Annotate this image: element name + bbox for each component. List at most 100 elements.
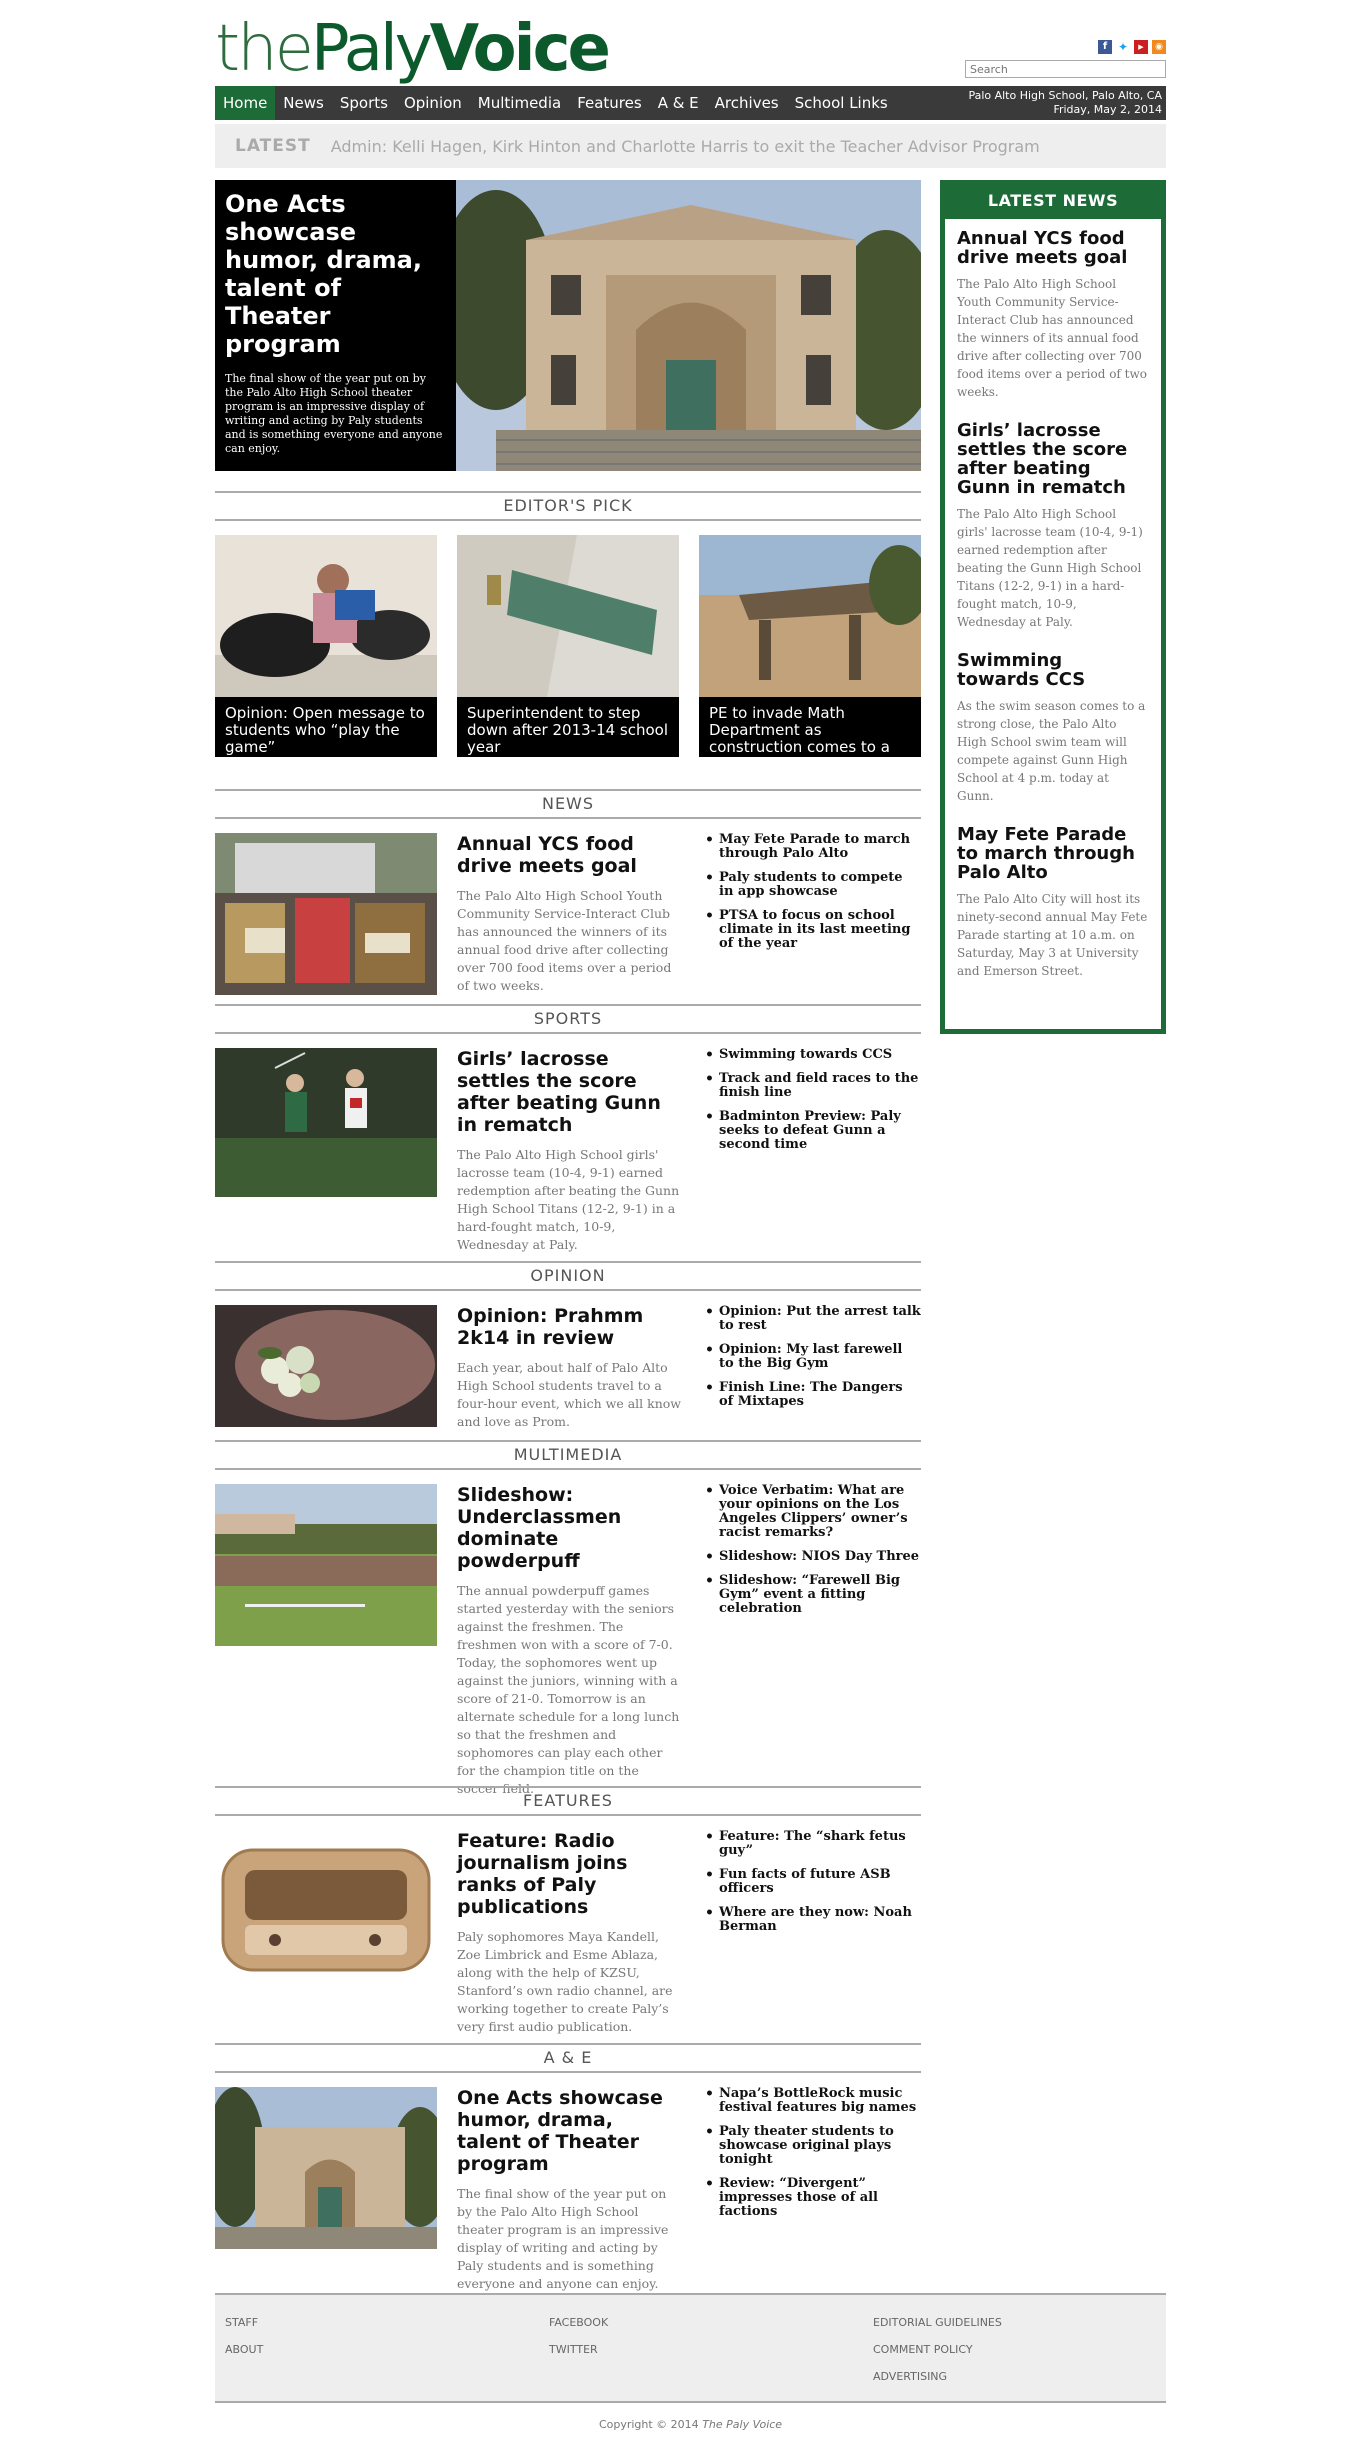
featured-text: One Acts showcase humor, drama, talent o…	[215, 180, 455, 471]
latest-news-heading: LATEST NEWS	[945, 185, 1161, 219]
facebook-icon[interactable]: f	[1098, 40, 1112, 54]
footer-link-facebook[interactable]: FACEBOOK	[549, 2309, 608, 2336]
latest-news-summary: The Palo Alto City will host its ninety-…	[957, 892, 1148, 978]
latest-headline-link[interactable]: Admin: Kelli Hagen, Kirk Hinton and Char…	[331, 137, 1040, 156]
opinion-image[interactable]	[215, 1305, 437, 1427]
footer-link-about[interactable]: ABOUT	[225, 2336, 263, 2363]
editors-pick-card[interactable]: Superintendent to step down after 2013-1…	[457, 535, 679, 757]
features-link[interactable]: Where are they now: Noah Berman	[705, 1906, 921, 1934]
news-link[interactable]: May Fete Parade to march through Palo Al…	[705, 833, 921, 861]
editors-pick-image	[215, 535, 437, 697]
multimedia-link[interactable]: Slideshow: “Farewell Big Gym” event a fi…	[705, 1574, 921, 1616]
editors-pick-caption[interactable]: PE to invade Math Department as construc…	[699, 697, 921, 757]
site-footer: STAFF ABOUT FACEBOOK TWITTER EDITORIAL G…	[215, 2293, 1166, 2403]
multimedia-links: Voice Verbatim: What are your opinions o…	[705, 1484, 921, 1626]
section-heading-opinion: OPINION	[215, 1261, 921, 1291]
latest-label: LATEST	[235, 136, 311, 156]
copyright: Copyright © 2014 The Paly Voice	[215, 2418, 1166, 2431]
sports-lead-summary: The Palo Alto High School girls' lacross…	[457, 1147, 680, 1252]
sports-image[interactable]	[215, 1048, 437, 1197]
latest-news-item: Girls’ lacrosse settles the score after …	[945, 421, 1161, 631]
footer-link-staff[interactable]: STAFF	[225, 2309, 263, 2336]
a-and-e-image[interactable]	[215, 2087, 437, 2249]
multimedia-link[interactable]: Slideshow: NIOS Day Three	[705, 1550, 921, 1565]
nav-sports[interactable]: Sports	[332, 86, 396, 120]
search-input[interactable]	[965, 60, 1166, 78]
editors-pick-card[interactable]: Opinion: Open message to students who “p…	[215, 535, 437, 757]
news-image[interactable]	[215, 833, 437, 995]
featured-title[interactable]: One Acts showcase humor, drama, talent o…	[225, 190, 445, 358]
nav-features[interactable]: Features	[569, 86, 650, 120]
featured-story[interactable]: One Acts showcase humor, drama, talent o…	[215, 180, 921, 471]
multimedia-image[interactable]	[215, 1484, 437, 1646]
section-heading-multimedia: MULTIMEDIA	[215, 1440, 921, 1470]
multimedia-lead-title[interactable]: Slideshow: Underclassmen dominate powder…	[457, 1484, 682, 1572]
sports-link[interactable]: Badminton Preview: Paly seeks to defeat …	[705, 1110, 921, 1152]
nav-a-and-e[interactable]: A & E	[650, 86, 707, 120]
nav-multimedia[interactable]: Multimedia	[470, 86, 569, 120]
footer-column: FACEBOOK TWITTER	[549, 2309, 608, 2363]
latest-news-summary: As the swim season comes to a strong clo…	[957, 699, 1146, 803]
latest-news-item: Swimming towards CCS As the swim season …	[945, 651, 1161, 805]
site-logo[interactable]: thePalyVoice	[215, 12, 611, 86]
logo-paly: Paly	[311, 12, 433, 86]
logo-the: the	[215, 12, 314, 86]
opinion-link[interactable]: Opinion: My last farewell to the Big Gym	[705, 1343, 921, 1371]
features-link[interactable]: Fun facts of future ASB officers	[705, 1868, 921, 1896]
date-text: Friday, May 2, 2014	[1053, 103, 1162, 116]
nav-school-links[interactable]: School Links	[787, 86, 896, 120]
editors-pick-caption[interactable]: Opinion: Open message to students who “p…	[215, 697, 437, 757]
latest-news-box: LATEST NEWS Annual YCS food drive meets …	[940, 180, 1166, 1034]
opinion-links: Opinion: Put the arrest talk to rest Opi…	[705, 1305, 921, 1419]
nav-home[interactable]: Home	[215, 86, 276, 120]
twitter-icon[interactable]: ✦	[1116, 40, 1130, 54]
multimedia-link[interactable]: Voice Verbatim: What are your opinions o…	[705, 1484, 921, 1540]
opinion-lead-title[interactable]: Opinion: Prahmm 2k14 in review	[457, 1305, 682, 1349]
section-heading-news: NEWS	[215, 789, 921, 819]
news-link[interactable]: Paly students to compete in app showcase	[705, 871, 921, 899]
section-heading-editors-pick: EDITOR'S PICK	[215, 491, 921, 521]
opinion-lead: Opinion: Prahmm 2k14 in review Each year…	[457, 1305, 682, 1431]
nav-archives[interactable]: Archives	[707, 86, 787, 120]
sports-lead-title[interactable]: Girls’ lacrosse settles the score after …	[457, 1048, 682, 1136]
footer-column: STAFF ABOUT	[225, 2309, 263, 2363]
latest-news-title[interactable]: Annual YCS food drive meets goal	[957, 229, 1149, 267]
rss-icon[interactable]: ◉	[1152, 40, 1166, 54]
latest-news-item: Annual YCS food drive meets goal The Pal…	[945, 229, 1161, 401]
latest-news-title[interactable]: May Fete Parade to march through Palo Al…	[957, 825, 1149, 882]
latest-news-title[interactable]: Swimming towards CCS	[957, 651, 1149, 689]
footer-link-comment-policy[interactable]: COMMENT POLICY	[873, 2336, 1002, 2363]
editors-pick-caption[interactable]: Superintendent to step down after 2013-1…	[457, 697, 679, 757]
footer-link-editorial-guidelines[interactable]: EDITORIAL GUIDELINES	[873, 2309, 1002, 2336]
section-heading-a-and-e: A & E	[215, 2043, 921, 2073]
features-image[interactable]	[215, 1830, 437, 1992]
a-and-e-lead-title[interactable]: One Acts showcase humor, drama, talent o…	[457, 2087, 682, 2175]
nav-opinion[interactable]: Opinion	[396, 86, 470, 120]
copyright-publication: The Paly Voice	[702, 2418, 783, 2431]
sports-link[interactable]: Track and field races to the finish line	[705, 1072, 921, 1100]
social-links: f ✦ ▶ ◉	[1098, 40, 1166, 54]
opinion-link[interactable]: Finish Line: The Dangers of Mixtapes	[705, 1381, 921, 1409]
featured-image[interactable]	[456, 180, 921, 471]
sports-link[interactable]: Swimming towards CCS	[705, 1048, 921, 1063]
a-and-e-link[interactable]: Paly theater students to showcase origin…	[705, 2125, 921, 2167]
nav-news[interactable]: News	[275, 86, 332, 120]
latest-news-title[interactable]: Girls’ lacrosse settles the score after …	[957, 421, 1149, 497]
latest-ticker: LATEST Admin: Kelli Hagen, Kirk Hinton a…	[215, 124, 1166, 168]
footer-link-twitter[interactable]: TWITTER	[549, 2336, 608, 2363]
features-lead-title[interactable]: Feature: Radio journalism joins ranks of…	[457, 1830, 682, 1918]
footer-link-advertising[interactable]: ADVERTISING	[873, 2363, 1002, 2390]
features-link[interactable]: Feature: The “shark fetus guy”	[705, 1830, 921, 1858]
sports-lead: Girls’ lacrosse settles the score after …	[457, 1048, 682, 1254]
editors-pick-image	[699, 535, 921, 697]
opinion-link[interactable]: Opinion: Put the arrest talk to rest	[705, 1305, 921, 1333]
editors-pick-image	[457, 535, 679, 697]
a-and-e-link[interactable]: Napa’s BottleRock music festival feature…	[705, 2087, 921, 2115]
a-and-e-lead-summary: The final show of the year put on by the…	[457, 2186, 669, 2291]
a-and-e-link[interactable]: Review: “Divergent” impresses those of a…	[705, 2177, 921, 2219]
news-link[interactable]: PTSA to focus on school climate in its l…	[705, 909, 921, 951]
youtube-icon[interactable]: ▶	[1134, 40, 1148, 54]
editors-pick-card[interactable]: PE to invade Math Department as construc…	[699, 535, 921, 757]
news-lead-title[interactable]: Annual YCS food drive meets goal	[457, 833, 682, 877]
latest-news-summary: The Palo Alto High School Youth Communit…	[957, 277, 1148, 399]
